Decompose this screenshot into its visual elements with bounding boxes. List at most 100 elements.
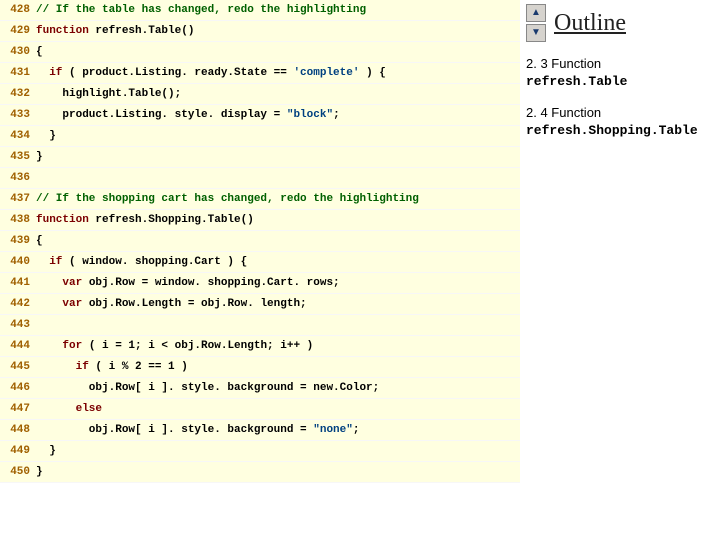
code-cell: if ( i % 2 == 1 ) [32,357,520,377]
code-token: obj.Row = window. shopping.Cart. rows; [82,277,339,289]
outline-item-num: 2. 4 Function [526,105,601,120]
line-number: 440 [0,252,32,272]
code-row: 432 highlight.Table(); [0,84,520,105]
arrow-down-button[interactable]: ▼ [526,24,546,42]
code-token [36,298,62,310]
code-token: // If the shopping cart has changed, red… [36,193,419,205]
code-token: refresh.Shopping.Table() [89,214,254,226]
code-token: { [36,46,43,58]
outline-item-fn: refresh.Table [526,74,627,89]
outline-title: Outline [554,10,626,37]
code-cell: if ( window. shopping.Cart ) { [32,252,520,272]
code-token: ) { [359,67,385,79]
arrow-up-button[interactable]: ▲ [526,4,546,22]
code-cell: highlight.Table(); [32,84,520,104]
line-number: 433 [0,105,32,125]
code-cell: if ( product.Listing. ready.State == 'co… [32,63,520,83]
code-cell: obj.Row[ i ]. style. background = "none"… [32,420,520,440]
code-token [36,361,76,373]
code-cell: } [32,126,520,146]
outline-item[interactable]: 2. 3 Function refresh.Table [526,56,714,91]
outline-panel: ▲ ▼ Outline 2. 3 Function refresh.Table … [520,0,720,540]
code-cell: } [32,441,520,461]
line-number: 435 [0,147,32,167]
line-number: 442 [0,294,32,314]
code-row: 445 if ( i % 2 == 1 ) [0,357,520,378]
code-token: } [36,151,43,163]
code-token: } [36,130,56,142]
code-cell: product.Listing. style. display = "block… [32,105,520,125]
code-cell: for ( i = 1; i < obj.Row.Length; i++ ) [32,336,520,356]
line-number: 446 [0,378,32,398]
code-token: ( i = 1; i < obj.Row.Length; i++ ) [82,340,313,352]
code-cell: { [32,231,520,251]
code-row: 443 [0,315,520,336]
code-token: "block" [287,109,333,121]
code-cell: { [32,42,520,62]
code-token: function [36,25,89,37]
line-number: 434 [0,126,32,146]
code-token: ; [333,109,340,121]
code-cell: function refresh.Shopping.Table() [32,210,520,230]
code-token: // If the table has changed, redo the hi… [36,4,366,16]
code-row: 431 if ( product.Listing. ready.State ==… [0,63,520,84]
code-token: obj.Row.Length = obj.Row. length; [82,298,306,310]
code-row: 448 obj.Row[ i ]. style. background = "n… [0,420,520,441]
code-row: 430{ [0,42,520,63]
code-row: 442 var obj.Row.Length = obj.Row. length… [0,294,520,315]
code-token: 'complete' [293,67,359,79]
code-cell: } [32,147,520,167]
code-token: } [36,445,56,457]
line-number: 447 [0,399,32,419]
code-token: if [49,67,62,79]
code-token: var [62,277,82,289]
code-cell: var obj.Row.Length = obj.Row. length; [32,294,520,314]
line-number: 438 [0,210,32,230]
outline-header: ▲ ▼ Outline [526,4,714,42]
line-number: 428 [0,0,32,20]
code-row: 450} [0,462,520,483]
code-token: } [36,466,43,478]
code-row: 449 } [0,441,520,462]
code-cell: else [32,399,520,419]
code-token: ( i % 2 == 1 ) [89,361,188,373]
code-row: 435} [0,147,520,168]
code-cell: // If the table has changed, redo the hi… [32,0,520,20]
code-token: product.Listing. style. display = [36,109,287,121]
code-cell: obj.Row[ i ]. style. background = new.Co… [32,378,520,398]
code-token: ( product.Listing. ready.State == [62,67,293,79]
outline-item-fn: refresh.Shopping.Table [526,123,698,138]
outline-nav-arrows: ▲ ▼ [526,4,546,42]
code-token: ( window. shopping.Cart ) { [62,256,247,268]
line-number: 444 [0,336,32,356]
code-cell: function refresh.Table() [32,21,520,41]
line-number: 439 [0,231,32,251]
code-token [36,319,43,331]
line-number: 431 [0,63,32,83]
line-number: 429 [0,21,32,41]
code-row: 437// If the shopping cart has changed, … [0,189,520,210]
code-row: 441 var obj.Row = window. shopping.Cart.… [0,273,520,294]
code-token: ; [353,424,360,436]
code-token: if [76,361,89,373]
code-row: 447 else [0,399,520,420]
line-number: 436 [0,168,32,188]
line-number: 450 [0,462,32,482]
code-token: obj.Row[ i ]. style. background = [36,424,313,436]
code-row: 434 } [0,126,520,147]
code-cell: // If the shopping cart has changed, red… [32,189,520,209]
code-token: function [36,214,89,226]
code-token [36,340,62,352]
outline-item[interactable]: 2. 4 Function refresh.Shopping.Table [526,105,714,140]
code-token [36,172,43,184]
code-row: 446 obj.Row[ i ]. style. background = ne… [0,378,520,399]
line-number: 445 [0,357,32,377]
code-token: if [49,256,62,268]
code-row: 428 // If the table has changed, redo the… [0,0,520,21]
code-token: { [36,235,43,247]
code-row: 438function refresh.Shopping.Table() [0,210,520,231]
code-token: else [76,403,102,415]
code-cell: } [32,462,520,482]
code-token: obj.Row[ i ]. style. background = new.Co… [36,382,379,394]
code-token: for [62,340,82,352]
